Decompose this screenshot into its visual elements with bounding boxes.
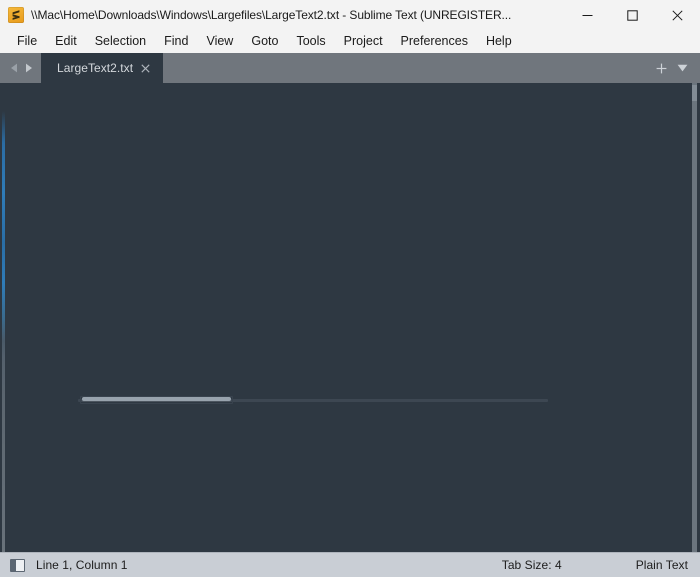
editor-region [0, 83, 700, 552]
editor-tab-largetext2[interactable]: LargeText2.txt [41, 53, 164, 83]
menu-item-edit[interactable]: Edit [46, 32, 86, 52]
progress-fill [82, 397, 232, 401]
caret-position-status: Line 1, Column 1 [36, 558, 128, 572]
new-tab-icon[interactable] [655, 62, 668, 75]
syntax-mode-status[interactable]: Plain Text [636, 558, 688, 572]
next-tab-arrow-icon[interactable] [23, 63, 34, 74]
status-bar-right: Tab Size: 4 Plain Text [502, 558, 700, 572]
tab-navigation [0, 53, 41, 83]
title-bar: \\Mac\Home\Downloads\Windows\Largefiles\… [0, 0, 700, 31]
tab-bar: LargeText2.txt [0, 53, 700, 83]
status-bar: Line 1, Column 1 Tab Size: 4 Plain Text [0, 552, 700, 577]
close-tab-icon[interactable] [133, 53, 157, 83]
sidebar-toggle-body [16, 559, 24, 571]
tab-bar-actions [647, 53, 700, 83]
tab-list-chevron-down-icon[interactable] [676, 62, 689, 75]
menu-item-preferences[interactable]: Preferences [392, 32, 477, 52]
menu-item-help[interactable]: Help [477, 32, 521, 52]
editor-vertical-scrollbar[interactable] [686, 83, 700, 552]
sublime-text-icon [8, 7, 24, 23]
minimize-button[interactable] [565, 0, 610, 30]
close-button[interactable] [655, 0, 700, 30]
menu-item-project[interactable]: Project [335, 32, 392, 52]
menu-item-find[interactable]: Find [155, 32, 197, 52]
tab-label: LargeText2.txt [57, 61, 134, 75]
menu-item-goto[interactable]: Goto [242, 32, 287, 52]
menu-item-file[interactable]: File [8, 32, 46, 52]
file-loading-progress-bar [78, 393, 548, 407]
text-editor-surface[interactable] [6, 83, 686, 552]
menu-item-view[interactable]: View [197, 32, 242, 52]
window-title: \\Mac\Home\Downloads\Windows\Largefiles\… [31, 8, 512, 22]
menu-item-tools[interactable]: Tools [287, 32, 334, 52]
window-controls [565, 0, 700, 30]
sidebar-toggle-icon[interactable] [10, 558, 25, 572]
tab-strip: LargeText2.txt [41, 53, 647, 83]
maximize-button[interactable] [610, 0, 655, 30]
previous-tab-arrow-icon[interactable] [9, 63, 20, 74]
menu-bar: File Edit Selection Find View Goto Tools… [0, 31, 700, 53]
menu-item-selection[interactable]: Selection [86, 32, 155, 52]
sublime-text-window: \\Mac\Home\Downloads\Windows\Largefiles\… [0, 0, 700, 577]
tab-size-status[interactable]: Tab Size: 4 [502, 558, 562, 572]
